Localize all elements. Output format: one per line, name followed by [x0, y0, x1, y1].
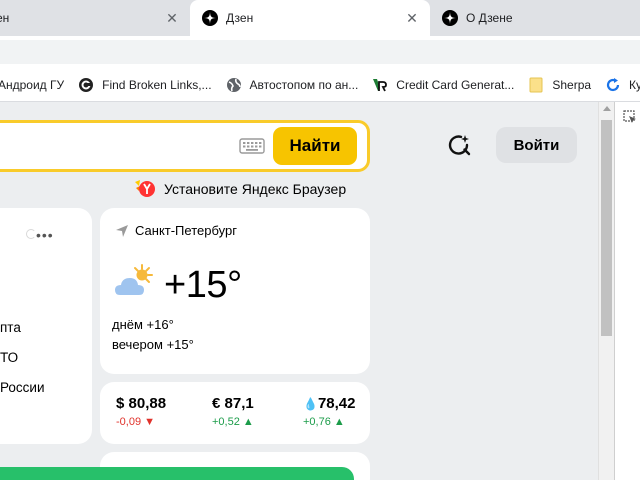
rates-card: $ 80,88 -0,09 ▼ € 87,1 +0,52 ▲ 💧78,42 +0… [100, 382, 370, 444]
current-temperature: +15° [164, 264, 242, 306]
tab-strip: ен ✕ Дзен ✕ О Дзене [0, 0, 640, 36]
rate-value-text: 78,42 [317, 395, 356, 412]
bookmarks-bar: Андроид ГУ Find Broken Links,... Автосто… [0, 68, 640, 102]
close-tab-icon[interactable]: ✕ [164, 10, 180, 26]
tab-title: ен [0, 11, 10, 25]
location-arrow-icon [116, 224, 128, 237]
bookmark-label: Куп [629, 77, 640, 92]
news-item-text: России [0, 380, 45, 395]
bookmark-label: Андроид ГУ [0, 77, 65, 92]
tab-2[interactable]: Дзен ✕ [190, 0, 430, 36]
rate-usd[interactable]: $ 80,88 -0,09 ▼ [116, 395, 166, 428]
page-scrollbar[interactable] [598, 102, 614, 480]
more-options-icon[interactable]: ••• [36, 227, 54, 243]
tab-title: О Дзене [466, 11, 513, 25]
yandex-browser-icon [135, 180, 155, 197]
rate-eur[interactable]: € 87,1 +0,52 ▲ [212, 395, 254, 428]
dzen-icon [442, 10, 458, 26]
news-item[interactable]: ТО [0, 350, 18, 365]
promo-text: Установите Яндекс Браузер [164, 181, 347, 197]
arrow-down-icon: ▼ [144, 416, 156, 428]
bookmark-android[interactable]: Андроид ГУ [0, 78, 64, 92]
search-input[interactable]: Найти [0, 120, 370, 172]
bookmark-label: Автостопом по ан... [249, 77, 359, 92]
day-temperature: днём +16° [112, 317, 174, 332]
news-item-text: ТО [0, 350, 19, 365]
scroll-up-icon[interactable] [603, 106, 611, 111]
bookmark-label: Find Broken Links,... [102, 77, 212, 92]
city-name: Санкт-Петербург [135, 223, 237, 238]
rate-change-value: +0,52 [212, 416, 240, 428]
bookmark-kup[interactable]: Куп [605, 77, 640, 93]
loading-spinner-icon [26, 229, 36, 239]
rate-change: +0,76 ▲ [303, 416, 356, 428]
tab-3[interactable]: О Дзене [430, 0, 640, 36]
weather-card[interactable]: Санкт-Петербург +15° днём +16° вечером +… [100, 208, 370, 374]
devtools-panel [614, 102, 640, 480]
bookmark-credit-card[interactable]: Credit Card Generat... [372, 77, 514, 93]
scroll-thumb[interactable] [601, 120, 612, 336]
bookmark-broken-links[interactable]: Find Broken Links,... [78, 77, 212, 93]
globe-icon [226, 77, 241, 92]
rate-change: -0,09 ▼ [116, 416, 166, 428]
close-tab-icon[interactable]: ✕ [404, 10, 420, 26]
rate-oil[interactable]: 💧78,42 +0,76 ▲ [303, 395, 356, 428]
arrow-up-icon: ▲ [242, 416, 254, 428]
keyboard-icon[interactable] [239, 136, 265, 156]
bookmark-hitchhiker[interactable]: Автостопом по ан... [226, 77, 359, 93]
bookmark-sherpa[interactable]: Sherpa [528, 77, 591, 93]
news-item[interactable]: России [0, 380, 45, 395]
tab-1[interactable]: ен ✕ [0, 0, 190, 36]
oil-drop-icon: 💧 [303, 397, 318, 411]
news-tab-marker-icon[interactable] [0, 228, 2, 240]
bookmark-label: Sherpa [552, 77, 592, 92]
login-button[interactable]: Войти [496, 127, 577, 163]
toolbar [0, 36, 640, 68]
weather-city[interactable]: Санкт-Петербург [115, 223, 237, 238]
alice-icon[interactable] [446, 132, 472, 158]
news-item[interactable]: пта [0, 320, 21, 335]
rate-value: 💧78,42 [303, 395, 356, 412]
folder-icon [529, 77, 543, 92]
evening-temperature: вечером +15° [112, 337, 194, 352]
browser-promo-link[interactable]: Установите Яндекс Браузер [134, 179, 346, 199]
tab-title: Дзен [226, 11, 254, 25]
rate-value: € 87,1 [212, 395, 254, 412]
broken-links-icon [79, 77, 94, 92]
refresh-icon [607, 77, 620, 91]
inspect-element-icon[interactable] [623, 110, 637, 124]
search-button[interactable]: Найти [273, 127, 357, 165]
promo-banner[interactable] [0, 467, 354, 480]
rate-value: $ 80,88 [116, 395, 167, 412]
page-content: Найти Войти Установите Яндекс Браузер ••… [0, 102, 598, 480]
rate-change-value: +0,76 [303, 416, 331, 428]
arrow-up-icon: ▲ [333, 416, 345, 428]
rate-change: +0,52 ▲ [212, 416, 254, 428]
dzen-icon [202, 10, 218, 26]
rate-change-value: -0,09 [116, 416, 142, 428]
news-item-text: пта [0, 320, 21, 335]
address-bar[interactable] [0, 40, 640, 64]
partly-cloudy-icon [115, 264, 153, 295]
bookmark-label: Credit Card Generat... [396, 77, 515, 92]
credit-card-generator-icon [373, 78, 388, 91]
